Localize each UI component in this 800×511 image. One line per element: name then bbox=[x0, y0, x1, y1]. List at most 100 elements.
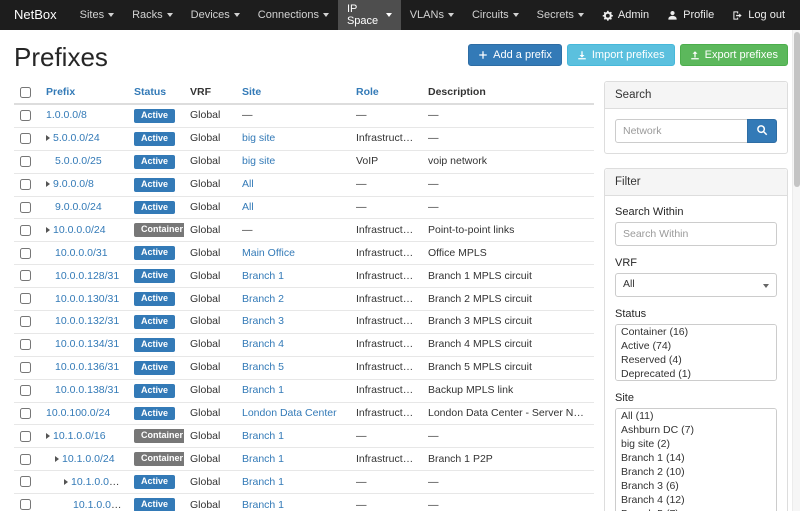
nav-item-circuits[interactable]: Circuits bbox=[463, 0, 528, 30]
nav-item-racks[interactable]: Racks bbox=[123, 0, 182, 30]
prefix-link[interactable]: 5.0.0.0/25 bbox=[55, 155, 102, 167]
column-header-site[interactable]: Site bbox=[236, 81, 350, 104]
add-prefix-button[interactable]: Add a prefix bbox=[468, 44, 562, 66]
nav-item-devices[interactable]: Devices bbox=[182, 0, 249, 30]
prefix-link[interactable]: 1.0.0.0/8 bbox=[46, 109, 87, 121]
import-prefixes-button[interactable]: Import prefixes bbox=[567, 44, 675, 66]
row-checkbox[interactable] bbox=[20, 156, 31, 167]
prefix-link[interactable]: 10.0.0.134/31 bbox=[55, 338, 119, 350]
nav-item-secrets[interactable]: Secrets bbox=[528, 0, 593, 30]
status-option[interactable]: Active (74) bbox=[616, 339, 776, 353]
row-checkbox[interactable] bbox=[20, 339, 31, 350]
row-checkbox[interactable] bbox=[20, 476, 31, 487]
site-link[interactable]: Branch 2 bbox=[242, 293, 284, 305]
page-scrollbar[interactable] bbox=[792, 30, 800, 511]
site-link[interactable]: Branch 1 bbox=[242, 270, 284, 282]
search-input[interactable] bbox=[615, 119, 748, 143]
prefix-link[interactable]: 10.0.0.136/31 bbox=[55, 361, 119, 373]
prefix-link[interactable]: 10.0.0.138/31 bbox=[55, 384, 119, 396]
description-value: London Data Center - Server Network bbox=[428, 407, 594, 419]
row-checkbox[interactable] bbox=[20, 248, 31, 259]
site-link[interactable]: big site bbox=[242, 132, 275, 144]
site-option[interactable]: Ashburn DC (7) bbox=[616, 423, 776, 437]
site-link[interactable]: Main Office bbox=[242, 247, 295, 259]
site-link[interactable]: Branch 1 bbox=[242, 499, 284, 511]
status-option[interactable]: Deprecated (1) bbox=[616, 367, 776, 381]
row-checkbox[interactable] bbox=[20, 270, 31, 281]
prefix-link[interactable]: 10.1.0.0/25 bbox=[71, 476, 124, 488]
row-checkbox[interactable] bbox=[20, 316, 31, 327]
prefix-link[interactable]: 5.0.0.0/24 bbox=[53, 132, 100, 144]
row-check-cell bbox=[14, 288, 40, 311]
site-option[interactable]: Branch 5 (7) bbox=[616, 507, 776, 511]
site-option[interactable]: Branch 3 (6) bbox=[616, 479, 776, 493]
column-header-status[interactable]: Status bbox=[128, 81, 184, 104]
site-option[interactable]: Branch 4 (12) bbox=[616, 493, 776, 507]
prefix-link[interactable]: 10.1.0.0/24 bbox=[62, 453, 115, 465]
site-link[interactable]: Branch 3 bbox=[242, 315, 284, 327]
site-option[interactable]: All (11) bbox=[616, 409, 776, 423]
site-filter-listbox[interactable]: All (11)Ashburn DC (7)big site (2)Branch… bbox=[615, 408, 777, 511]
nav-log-out-link[interactable]: Log out bbox=[723, 0, 794, 30]
nav-item-ip-space[interactable]: IP Space bbox=[338, 0, 401, 30]
column-header-prefix[interactable]: Prefix bbox=[40, 81, 128, 104]
row-checkbox[interactable] bbox=[20, 499, 31, 510]
site-option[interactable]: big site (2) bbox=[616, 437, 776, 451]
row-checkbox[interactable] bbox=[20, 225, 31, 236]
filter-panel-heading: Filter bbox=[605, 169, 787, 196]
brand[interactable]: NetBox bbox=[0, 0, 71, 30]
row-checkbox[interactable] bbox=[20, 293, 31, 304]
row-checkbox[interactable] bbox=[20, 431, 31, 442]
site-link[interactable]: Branch 5 bbox=[242, 361, 284, 373]
search-button[interactable] bbox=[747, 119, 777, 143]
row-checkbox[interactable] bbox=[20, 202, 31, 213]
prefix-link[interactable]: 10.0.0.128/31 bbox=[55, 270, 119, 282]
nav-item-connections[interactable]: Connections bbox=[249, 0, 338, 30]
status-option[interactable]: Container (16) bbox=[616, 325, 776, 339]
site-link[interactable]: Branch 1 bbox=[242, 453, 284, 465]
row-checkbox[interactable] bbox=[20, 454, 31, 465]
site-link[interactable]: Branch 1 bbox=[242, 384, 284, 396]
status-option[interactable]: Reserved (4) bbox=[616, 353, 776, 367]
table-row: 10.0.0.0/24ContainerGlobal—Infrastructur… bbox=[14, 219, 594, 242]
row-checkbox[interactable] bbox=[20, 133, 31, 144]
nav-item-sites[interactable]: Sites bbox=[71, 0, 123, 30]
row-checkbox[interactable] bbox=[20, 408, 31, 419]
prefix-link[interactable]: 10.0.0.0/31 bbox=[55, 247, 108, 259]
prefix-link[interactable]: 9.0.0.0/8 bbox=[53, 178, 94, 190]
site-link[interactable]: London Data Center bbox=[242, 407, 337, 419]
nav-admin-link[interactable]: Admin bbox=[593, 0, 658, 30]
description-value: voip network bbox=[428, 155, 487, 167]
column-header-role[interactable]: Role bbox=[350, 81, 422, 104]
row-checkbox[interactable] bbox=[20, 362, 31, 373]
select-all-checkbox[interactable] bbox=[20, 87, 31, 98]
prefix-link[interactable]: 9.0.0.0/24 bbox=[55, 201, 102, 213]
row-checkbox[interactable] bbox=[20, 179, 31, 190]
site-link[interactable]: All bbox=[242, 201, 254, 213]
prefix-link[interactable]: 10.0.0.0/24 bbox=[53, 224, 106, 236]
prefix-link[interactable]: 10.0.0.132/31 bbox=[55, 315, 119, 327]
vrf-select[interactable]: All bbox=[615, 273, 777, 297]
row-checkbox[interactable] bbox=[20, 385, 31, 396]
export-prefixes-button[interactable]: Export prefixes bbox=[680, 44, 788, 66]
site-empty-dash: — bbox=[242, 224, 253, 236]
prefix-cell: 5.0.0.0/24 bbox=[40, 127, 128, 150]
site-link[interactable]: big site bbox=[242, 155, 275, 167]
site-link[interactable]: Branch 1 bbox=[242, 476, 284, 488]
site-link[interactable]: Branch 1 bbox=[242, 430, 284, 442]
prefix-link[interactable]: 10.1.0.0/16 bbox=[53, 430, 106, 442]
row-checkbox[interactable] bbox=[20, 110, 31, 121]
prefix-link[interactable]: 10.0.0.130/31 bbox=[55, 293, 119, 305]
search-within-input[interactable] bbox=[615, 222, 777, 246]
scrollbar-thumb[interactable] bbox=[794, 32, 800, 187]
nav-item-vlans[interactable]: VLANs bbox=[401, 0, 463, 30]
prefix-link[interactable]: 10.0.100.0/24 bbox=[46, 407, 110, 419]
site-link[interactable]: All bbox=[242, 178, 254, 190]
prefix-link[interactable]: 10.1.0.0/26 bbox=[73, 499, 126, 511]
nav-profile-link[interactable]: Profile bbox=[658, 0, 723, 30]
status-filter-listbox[interactable]: Container (16)Active (74)Reserved (4)Dep… bbox=[615, 324, 777, 381]
site-option[interactable]: Branch 2 (10) bbox=[616, 465, 776, 479]
prefix-cell: 10.0.0.0/31 bbox=[40, 242, 128, 265]
site-link[interactable]: Branch 4 bbox=[242, 338, 284, 350]
site-option[interactable]: Branch 1 (14) bbox=[616, 451, 776, 465]
